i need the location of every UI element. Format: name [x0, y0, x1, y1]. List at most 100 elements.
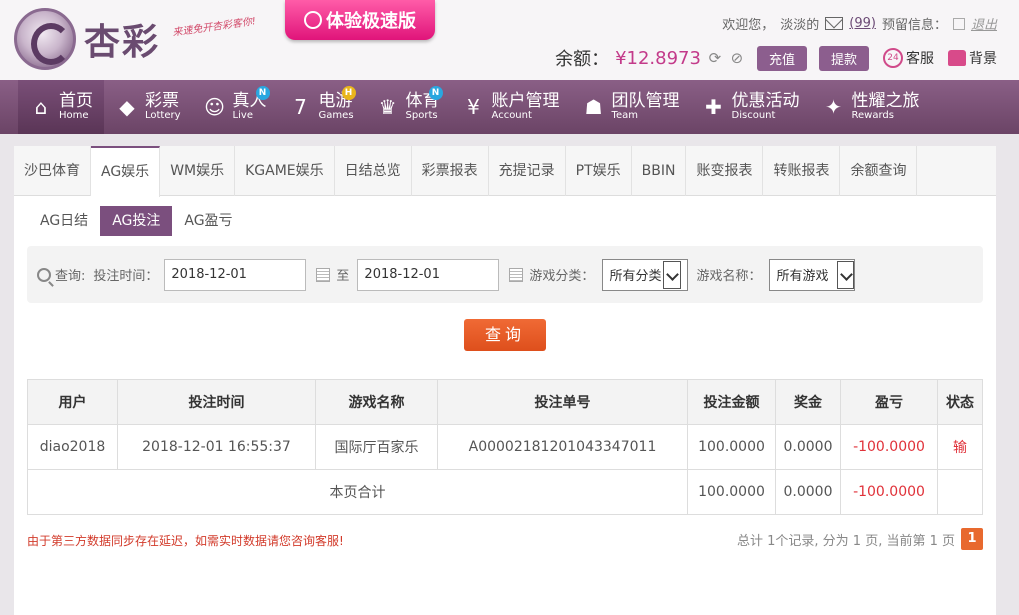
customer-service-label: 客服 [906, 51, 934, 67]
page-1-button[interactable]: 1 [961, 528, 983, 550]
nav-item-sports[interactable]: ♛ 体育 Sports N [365, 80, 451, 134]
column-header: 投注时间 [117, 379, 316, 425]
tab-10[interactable]: 转账报表 [763, 146, 841, 196]
nav-label: 优惠活动 [731, 91, 800, 111]
nav-item-rewards[interactable]: ✦ 性耀之旅 Rewards [811, 80, 931, 134]
background-label: 背景 [969, 51, 997, 67]
cell-order: A00002181201043347011 [437, 424, 688, 470]
pager-text: 总计 1个记录, 分为 1 页, 当前第 1 页 [736, 533, 955, 549]
pagination: 总计 1个记录, 分为 1 页, 当前第 1 页 1 [737, 528, 983, 550]
nav-label: 彩票 [145, 91, 179, 111]
account-icon: ¥ [467, 95, 480, 119]
games-icon: 7 [294, 95, 307, 119]
column-header: 状态 [937, 379, 983, 425]
tab-0[interactable]: 沙巴体育 [14, 146, 91, 196]
balance-value: ¥12.8973 [615, 47, 701, 69]
background-link[interactable]: 背景 [948, 48, 997, 68]
trophy-icon: ♛ [378, 95, 397, 119]
calendar-icon[interactable] [316, 267, 331, 282]
calendar-icon[interactable] [509, 267, 524, 282]
subtab-1[interactable]: AG投注 [100, 206, 173, 236]
nav-item-lottery[interactable]: ◆ 彩票 Lottery [104, 80, 192, 134]
nav-item-games[interactable]: 7 电游 Games H [278, 80, 365, 134]
summary-status [937, 469, 983, 515]
tab-11[interactable]: 余额查询 [840, 146, 918, 196]
tab-2[interactable]: WM娱乐 [160, 146, 236, 196]
customer-service-link[interactable]: 24 客服 [883, 48, 934, 68]
chevron-down-icon [836, 260, 855, 289]
main-nav: ⌂ 首页 Home ◆ 彩票 Lottery ☺ 真人 Live N 7 电游 Games H ♛ 体育 Spo… [0, 80, 1019, 134]
column-header: 投注金额 [687, 379, 776, 425]
nav-badge: H [341, 86, 356, 100]
logo-emblem-icon [14, 8, 76, 70]
category-select[interactable]: 所有分类 [602, 258, 689, 291]
nav-item-account[interactable]: ¥ 账户管理 Account [451, 80, 571, 134]
nav-sublabel: Home [59, 110, 89, 121]
ag-subtabs: AG日结 AG投注 AG盈亏 [28, 206, 245, 236]
mail-icon[interactable] [825, 17, 844, 30]
cell-game: 国际厅百家乐 [315, 424, 438, 470]
tab-6[interactable]: 充提记录 [489, 146, 566, 196]
edit-icon[interactable] [952, 17, 965, 30]
category-value: 所有分类 [609, 269, 662, 284]
cell-user: diao2018 [27, 424, 118, 470]
game-name-label: 游戏名称： [696, 269, 762, 284]
tab-7[interactable]: PT娱乐 [566, 146, 632, 196]
delay-notice: 由于第三方数据同步存在延迟，如需实时数据请您咨询客服! [27, 534, 344, 548]
rewards-icon: ✦ [825, 95, 842, 119]
cell-bonus: 0.0000 [775, 424, 841, 470]
category-label: 游戏分类： [529, 269, 595, 284]
subtab-0[interactable]: AG日结 [28, 206, 100, 236]
column-header: 奖金 [775, 379, 841, 425]
table-header-row: 用户 投注时间 游戏名称 投注单号 投注金额 奖金 盈亏 状态 [27, 379, 983, 425]
query-button[interactable]: 查询 [464, 319, 546, 351]
tab-3[interactable]: KGAME娱乐 [235, 146, 335, 196]
nav-text: 性耀之旅 Rewards [852, 92, 920, 122]
nav-item-discount[interactable]: ✚ 优惠活动 Discount [691, 80, 811, 134]
site-logo[interactable]: 杏彩 [14, 8, 160, 70]
nav-text: 团队管理 Team [612, 92, 680, 122]
deposit-button[interactable]: 充值 [756, 45, 807, 71]
promo-badge[interactable]: 体验极速版 [285, 0, 435, 40]
column-header: 用户 [27, 379, 118, 425]
nav-sublabel: Games [318, 110, 354, 121]
tab-8[interactable]: BBIN [632, 146, 687, 196]
end-date-input[interactable] [357, 258, 500, 291]
service-24h-icon: 24 [883, 48, 903, 68]
withdraw-button[interactable]: 提款 [818, 45, 869, 71]
home-icon: ⌂ [34, 95, 48, 119]
nav-text: 优惠活动 Discount [732, 92, 800, 122]
column-header: 游戏名称 [315, 379, 438, 425]
nav-label: 账户管理 [491, 91, 560, 111]
game-select[interactable]: 所有游戏 [769, 258, 856, 291]
nav-item-team[interactable]: ☗ 团队管理 Team [571, 80, 691, 134]
mail-count[interactable]: (99) [849, 16, 876, 31]
logout-link[interactable]: 退出 [971, 14, 997, 33]
start-date-input[interactable] [164, 258, 307, 291]
tab-9[interactable]: 账变报表 [686, 146, 764, 196]
nav-label: 团队管理 [611, 91, 680, 111]
search-label: 查询: [55, 269, 86, 284]
to-label: 至 [336, 269, 350, 284]
header: 杏彩 来速免开杏彩客你! 体验极速版 欢迎您， 淡淡的 (99) 预留信息： 退… [0, 0, 1019, 80]
tab-5[interactable]: 彩票报表 [412, 146, 489, 196]
tab-1[interactable]: AG娱乐 [91, 146, 161, 197]
welcome-text: 欢迎您， [722, 18, 775, 33]
tab-4[interactable]: 日结总览 [335, 146, 412, 196]
nav-sublabel: Sports [405, 110, 438, 121]
nav-item-live[interactable]: ☺ 真人 Live N [192, 80, 278, 134]
balance-row: 余额： ¥12.8973 ⟳ ⊘ 充值 提款 24 客服 背景 [555, 45, 997, 71]
content-panel: 沙巴体育 AG娱乐 WM娱乐 KGAME娱乐 日结总览 彩票报表 充提记录 PT娱乐 BBIN 账… [14, 146, 996, 615]
hide-balance-icon[interactable]: ⊘ [729, 50, 745, 66]
cell-profit: -100.0000 [840, 424, 938, 470]
shirt-icon [948, 50, 966, 66]
promo-icon [304, 11, 322, 29]
bet-time-label: 投注时间： [93, 269, 159, 284]
user-info-bar: 欢迎您， 淡淡的 (99) 预留信息： 退出 [722, 14, 997, 33]
nav-item-home[interactable]: ⌂ 首页 Home [18, 80, 104, 134]
bet-table: 用户 投注时间 游戏名称 投注单号 投注金额 奖金 盈亏 状态 diao2018 2018-1… [27, 379, 983, 515]
nav-sublabel: Account [491, 110, 532, 121]
subtab-2[interactable]: AG盈亏 [172, 206, 244, 236]
refresh-icon[interactable]: ⟳ [707, 50, 723, 66]
report-tabs: 沙巴体育 AG娱乐 WM娱乐 KGAME娱乐 日结总览 彩票报表 充提记录 PT娱乐 BBIN 账… [14, 146, 996, 197]
